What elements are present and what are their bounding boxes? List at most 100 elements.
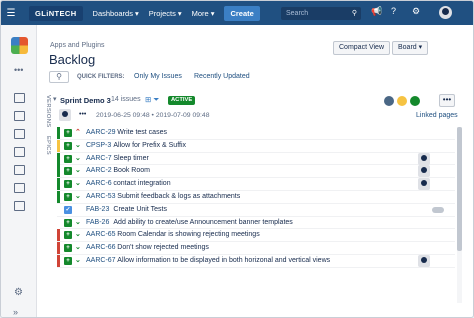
create-button[interactable]: Create (224, 5, 260, 21)
issue-summary: Create Unit Tests (113, 205, 167, 213)
issue-key[interactable]: AARC-29 (86, 129, 116, 136)
top-navigation: ☰ GLiNTECH Dashboards ▾ Projects ▾ More … (1, 1, 473, 25)
help-icon[interactable]: ? (391, 6, 396, 16)
nav-projects-label: Projects (148, 8, 176, 18)
sprint-issue-count: 14 issues (111, 96, 141, 103)
epic-color-bar (57, 254, 60, 267)
issue-row[interactable]: + ⌄ CPSP-3 Allow for Prefix & Suffix (57, 139, 455, 153)
search-icon: ⚲ (351, 10, 357, 17)
tab-versions[interactable]: VERSIONS (39, 95, 51, 127)
issue-key[interactable]: AARC-6 (86, 180, 112, 187)
chevron-down-icon: ▾ (134, 8, 139, 18)
story-type-icon: + (64, 180, 72, 189)
project-sidebar: ••• ⚙ » (1, 25, 37, 317)
issue-row[interactable]: + ⌄ FAB-26 Add ability to create/use Announ… (57, 216, 455, 230)
settings-icon[interactable]: ⚙ (412, 6, 420, 17)
linked-pages-link[interactable]: Linked pages (416, 112, 458, 119)
issue-summary: Room Calendar is showing rejecting meeti… (117, 231, 260, 239)
nav-dashboards[interactable]: Dashboards ▾ (93, 9, 139, 18)
issue-key[interactable]: AARC-53 (86, 193, 116, 200)
sprint-filter-icon[interactable]: ⊞ ⏷ (145, 95, 159, 105)
expand-sidebar-icon[interactable]: » (13, 307, 18, 317)
priority-low-icon: ⌄ (75, 256, 81, 264)
project-avatar[interactable] (11, 37, 28, 54)
epic-color-bar (57, 139, 60, 152)
issue-row[interactable]: + ⌄ AARC-2 Book Room (57, 165, 455, 179)
story-type-icon: + (64, 154, 72, 163)
status-dot-done (410, 96, 420, 106)
epic-color-bar (57, 229, 60, 242)
assignee-avatar[interactable] (418, 178, 430, 191)
issue-key[interactable]: CPSP-3 (86, 142, 111, 149)
gear-icon[interactable]: ⚙ (14, 287, 23, 298)
chevron-down-icon: ▾ (210, 8, 215, 18)
user-avatar[interactable] (439, 6, 452, 19)
app-switcher-icon[interactable]: ☰ (1, 1, 21, 25)
issue-row[interactable]: ✓ FAB-23 Create Unit Tests (57, 203, 455, 217)
search-input[interactable]: Search ⚲ (281, 7, 361, 20)
filter-search-icon[interactable]: ⚲ (49, 71, 69, 83)
issue-row[interactable]: + ⌄ AARC-66 Don't show rejected meetings (57, 242, 455, 255)
active-sprints-icon[interactable] (14, 111, 25, 121)
releases-icon[interactable] (14, 129, 25, 139)
issue-summary: Allow for Prefix & Suffix (113, 141, 187, 149)
issue-summary: Add ability to create/use Announcement b… (113, 218, 293, 226)
assignee-avatar[interactable] (418, 165, 430, 178)
assignee-avatar[interactable] (418, 152, 430, 165)
scrollbar-thumb[interactable] (457, 127, 462, 251)
issue-key[interactable]: FAB-23 (86, 206, 109, 213)
issue-summary: Book Room (113, 167, 150, 175)
board-button[interactable]: Board ▾ (392, 41, 429, 55)
sprint-actions-button[interactable]: ••• (439, 94, 455, 107)
reports-icon[interactable] (14, 147, 25, 157)
nav-more[interactable]: More ▾ (192, 9, 215, 18)
chevron-down-icon: ▾ (418, 44, 423, 51)
backlog-icon[interactable] (14, 93, 25, 103)
issue-row[interactable]: + ⌄ AARC-7 Sleep timer (57, 152, 455, 166)
epic-color-bar (57, 242, 60, 255)
nav-projects[interactable]: Projects ▾ (149, 9, 182, 18)
issue-row[interactable]: + ⌄ AARC-65 Room Calendar is showing reject… (57, 229, 455, 243)
filter-recently-updated[interactable]: Recently Updated (194, 73, 250, 80)
issue-key[interactable]: AARC-7 (86, 155, 112, 162)
nav-more-label: More (191, 8, 209, 18)
issue-key[interactable]: AARC-65 (86, 231, 116, 238)
issue-summary: Write test cases (117, 129, 167, 136)
issue-key[interactable]: FAB-26 (86, 219, 109, 226)
issue-key[interactable]: AARC-66 (86, 244, 116, 251)
more-icon[interactable]: ••• (14, 65, 23, 75)
issues-icon[interactable] (14, 165, 25, 175)
search-placeholder: Search (286, 10, 309, 17)
megaphone-icon[interactable]: 📢 (371, 6, 382, 17)
tab-epics[interactable]: EPICS (39, 136, 51, 155)
epic-color-bar (57, 190, 60, 203)
sprint-header: ▾ Sprint Demo 3 14 issues ⊞ ⏷ ACTIVE ••• (53, 93, 463, 109)
issue-row[interactable]: + ⌄ AARC-6 contact integration (57, 178, 455, 191)
add-item-icon[interactable] (14, 201, 25, 211)
issue-row[interactable]: + ⌄ AARC-67 Allow information to be display… (57, 254, 455, 268)
company-logo[interactable]: GLiNTECH (29, 5, 83, 21)
issue-summary: Don't show rejected meetings (117, 244, 209, 252)
collapse-chevron-icon[interactable]: ▾ (53, 95, 57, 103)
quick-filters-label: QUICK FILTERS: (77, 74, 125, 80)
story-type-icon: + (64, 192, 72, 201)
assignee-avatar[interactable] (418, 254, 430, 267)
sprint-owner-avatar[interactable] (59, 109, 71, 121)
issue-row[interactable]: + ⌄ AARC-53 Submit feedback & logs as attac… (57, 190, 455, 204)
nav-dashboards-label: Dashboards (92, 8, 133, 18)
sprint-dates: 2019-06-25 09:48 • 2019-07-09 09:48 (96, 112, 210, 119)
issue-key[interactable]: AARC-67 (86, 257, 116, 264)
issue-row[interactable]: + ⌃ AARC-29 Write test cases (57, 127, 455, 140)
more-icon[interactable]: ••• (79, 111, 86, 118)
priority-low-icon: ⌄ (75, 231, 81, 239)
epic-color-bar (57, 178, 60, 191)
estimate-badge (432, 206, 444, 213)
breadcrumb[interactable]: Apps and Plugins (50, 42, 104, 49)
compact-view-button[interactable]: Compact View (333, 41, 391, 55)
issue-key[interactable]: AARC-2 (86, 167, 112, 174)
issue-summary: contact integration (113, 180, 171, 188)
components-icon[interactable] (14, 183, 25, 193)
story-type-icon: + (64, 141, 72, 150)
priority-low-icon: ⌄ (75, 154, 81, 162)
filter-only-my-issues[interactable]: Only My Issues (134, 73, 182, 80)
